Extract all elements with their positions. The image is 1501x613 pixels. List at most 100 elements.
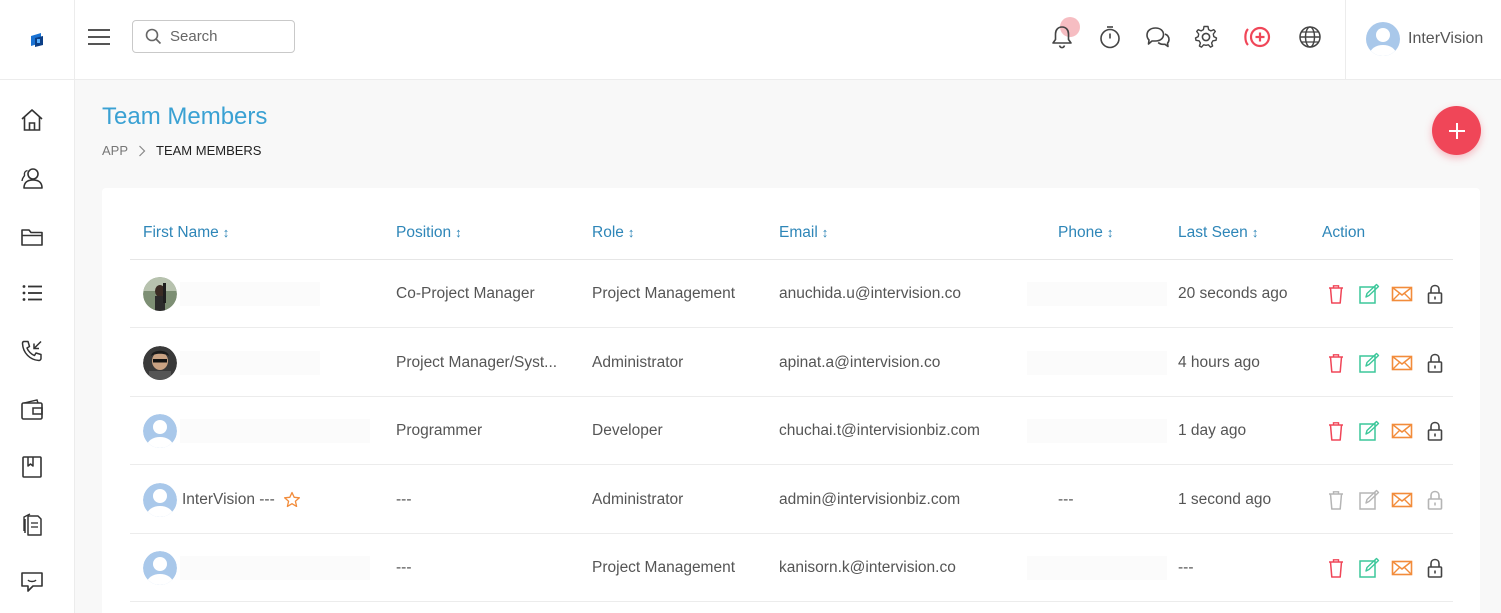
cell-actions xyxy=(1325,397,1457,465)
top-bar: InterVision xyxy=(0,0,1501,80)
cell-last-seen: 20 seconds ago xyxy=(1178,285,1288,302)
sidebar-item-wallet[interactable] xyxy=(17,395,47,425)
sort-icon: ↕ xyxy=(627,225,635,240)
column-header-email[interactable]: Email ↕ xyxy=(779,224,828,242)
edit-icon[interactable] xyxy=(1358,283,1380,305)
timer-button[interactable] xyxy=(1096,22,1124,52)
table-row[interactable]: Project Manager/Syst... Administrator apin… xyxy=(130,329,1453,397)
cell-first-name xyxy=(143,534,177,602)
add-member-button[interactable] xyxy=(1432,106,1481,155)
cell-last-seen: 1 day ago xyxy=(1178,422,1247,439)
gear-icon xyxy=(1194,25,1218,48)
column-header-phone[interactable]: Phone ↕ xyxy=(1058,224,1113,242)
settings-button[interactable] xyxy=(1192,22,1220,52)
cell-last-seen: 4 hours ago xyxy=(1178,353,1260,371)
add-new-button[interactable] xyxy=(1241,22,1275,52)
mail-icon[interactable] xyxy=(1391,557,1413,579)
table-row[interactable]: Co-Project Manager Project Management anuc… xyxy=(130,260,1453,328)
sidebar-item-users[interactable] xyxy=(17,163,47,193)
table-row[interactable]: --- Project Management kanisorn.k@intervis… xyxy=(130,534,1453,602)
cell-first-name xyxy=(143,329,177,397)
folder-icon xyxy=(21,229,43,246)
breadcrumb-app-link[interactable]: APP xyxy=(102,143,128,158)
trash-icon[interactable] xyxy=(1325,557,1347,579)
topbar-divider xyxy=(1345,0,1346,80)
user-name: InterVision xyxy=(1408,30,1484,47)
cell-position: Programmer xyxy=(396,422,483,439)
cell-actions xyxy=(1325,329,1457,397)
menu-toggle-button[interactable] xyxy=(86,24,112,50)
search-box[interactable] xyxy=(132,20,295,53)
column-header-last-seen[interactable]: Last Seen ↕ xyxy=(1178,224,1258,242)
avatar[interactable] xyxy=(143,277,177,311)
cell-first-name xyxy=(143,397,177,465)
sort-icon: ↕ xyxy=(1251,225,1259,240)
search-input[interactable] xyxy=(170,28,280,45)
column-header-role[interactable]: Role ↕ xyxy=(592,224,634,242)
mail-icon[interactable] xyxy=(1391,420,1413,442)
notifications-button[interactable] xyxy=(1048,22,1076,52)
avatar[interactable] xyxy=(143,482,177,517)
lock-icon[interactable] xyxy=(1424,420,1446,442)
column-header-position[interactable]: Position ↕ xyxy=(396,224,462,242)
column-label: Role xyxy=(592,224,624,241)
cell-position: --- xyxy=(396,559,412,576)
trash-icon[interactable] xyxy=(1325,489,1347,511)
table-row[interactable]: Programmer Developer chuchai.t@intervision… xyxy=(130,397,1453,465)
sidebar-item-calls[interactable] xyxy=(17,336,47,366)
lock-icon[interactable] xyxy=(1424,352,1446,374)
member-name[interactable]: InterVision --- xyxy=(182,491,275,509)
logo[interactable] xyxy=(0,0,75,80)
user-avatar-icon xyxy=(1366,22,1400,56)
column-label: Last Seen xyxy=(1178,224,1248,241)
mail-icon[interactable] xyxy=(1391,352,1413,374)
trash-icon[interactable] xyxy=(1325,352,1347,374)
star-icon[interactable] xyxy=(283,491,301,509)
avatar[interactable] xyxy=(143,414,177,448)
lock-icon[interactable] xyxy=(1424,283,1446,305)
bell-icon xyxy=(1052,26,1072,49)
mail-icon[interactable] xyxy=(1391,489,1413,511)
breadcrumb: APP TEAM MEMBERS xyxy=(102,143,261,158)
wallet-icon xyxy=(21,399,43,420)
column-header-first-name[interactable]: First Name ↕ xyxy=(143,224,229,242)
lock-icon[interactable] xyxy=(1424,557,1446,579)
book-icon xyxy=(22,456,42,478)
chat-button[interactable] xyxy=(1144,22,1172,52)
table-header: First Name ↕ Position ↕ Role ↕ Email ↕ Phone… xyxy=(130,188,1453,260)
sidebar-item-feedback[interactable] xyxy=(17,567,47,597)
sort-icon: ↕ xyxy=(821,225,829,240)
user-menu[interactable]: InterVision xyxy=(1366,22,1483,56)
avatar[interactable] xyxy=(143,345,177,380)
cell-email: apinat.a@intervision.co xyxy=(779,353,941,371)
lock-icon[interactable] xyxy=(1424,489,1446,511)
avatar[interactable] xyxy=(143,551,177,585)
trash-icon[interactable] xyxy=(1325,283,1347,305)
member-name xyxy=(180,556,370,580)
language-button[interactable] xyxy=(1296,22,1324,52)
edit-icon[interactable] xyxy=(1358,352,1380,374)
trash-icon[interactable] xyxy=(1325,420,1347,442)
sidebar-item-tasks[interactable] xyxy=(17,278,47,308)
cell-last-seen: 1 second ago xyxy=(1178,490,1272,508)
sort-icon: ↕ xyxy=(455,225,462,240)
edit-icon[interactable] xyxy=(1358,557,1380,579)
edit-icon[interactable] xyxy=(1358,420,1380,442)
plus-icon xyxy=(1448,122,1465,139)
sidebar-item-bookmarks[interactable] xyxy=(17,452,47,482)
cell-actions xyxy=(1325,534,1457,602)
cell-first-name xyxy=(143,260,177,328)
sidebar-item-documents[interactable] xyxy=(17,510,47,540)
member-name xyxy=(180,350,320,375)
feedback-icon xyxy=(21,572,43,592)
edit-icon[interactable] xyxy=(1358,489,1380,511)
cell-actions xyxy=(1325,260,1457,328)
table-row[interactable]: InterVision --- --- Administrator admin@int… xyxy=(130,466,1453,534)
column-label: Position xyxy=(396,224,452,241)
sort-icon: ↕ xyxy=(1106,225,1114,240)
sidebar-item-home[interactable] xyxy=(17,105,47,135)
mail-icon[interactable] xyxy=(1391,283,1413,305)
cell-last-seen: --- xyxy=(1178,559,1194,576)
cell-email: chuchai.t@intervisionbiz.com xyxy=(779,422,980,439)
sidebar-item-projects[interactable] xyxy=(17,222,47,252)
